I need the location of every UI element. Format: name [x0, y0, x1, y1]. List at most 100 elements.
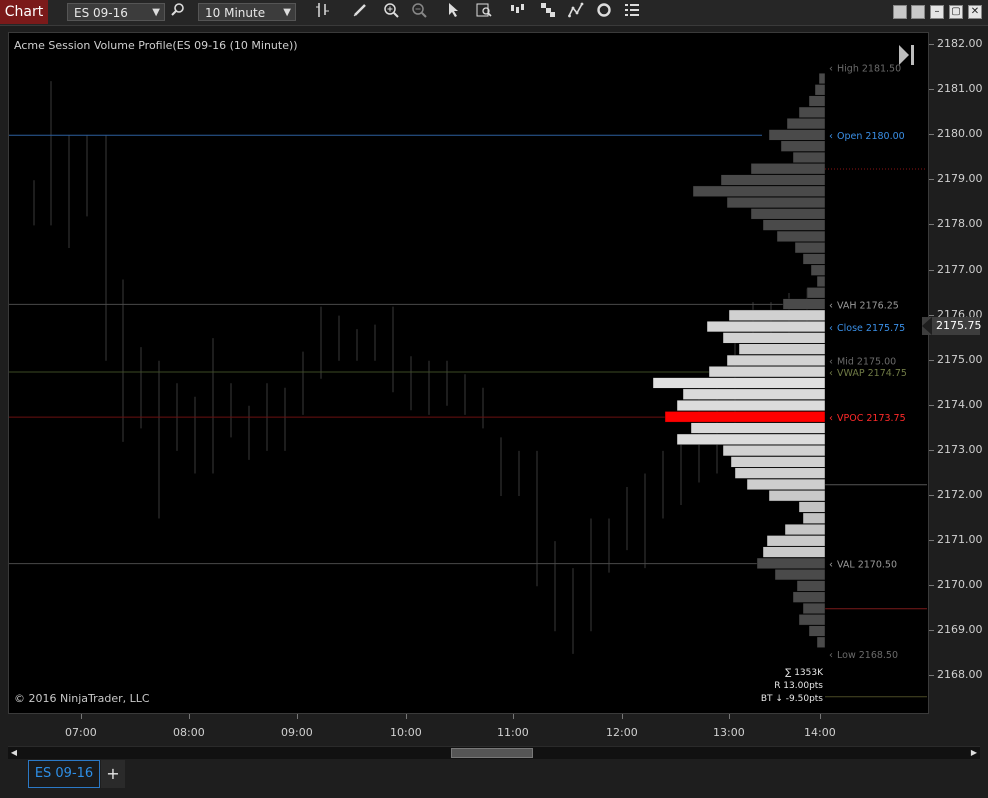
volume-profile-bar	[810, 264, 826, 276]
y-axis-tick	[929, 44, 934, 45]
scroll-right-icon[interactable]: ▶	[968, 747, 980, 759]
level-label-vpoc: ‹ VPOC 2173.75	[829, 413, 906, 424]
volume-profile-bar	[780, 140, 826, 152]
bar-type-icon[interactable]	[313, 2, 333, 22]
volume-profile-bar	[762, 219, 826, 231]
volume-profile-bar	[786, 118, 826, 130]
horizontal-scrollbar[interactable]: ◀ ▶	[8, 746, 980, 759]
chart-trader-icon[interactable]	[508, 2, 528, 22]
pencil-icon[interactable]	[350, 2, 370, 22]
volume-profile-bar	[738, 343, 826, 355]
volume-profile-bar	[750, 163, 826, 175]
y-axis-tick	[929, 89, 934, 91]
volume-profile-bar	[730, 456, 826, 468]
y-axis-tick-label: 2180.00	[937, 127, 983, 141]
zoom-out-icon[interactable]	[409, 2, 429, 22]
x-axis-tick	[729, 714, 730, 719]
y-axis-tick	[929, 314, 934, 316]
level-label-text: VAL 2170.50	[837, 560, 897, 571]
chevron-left-icon: ‹	[829, 323, 833, 334]
y-axis-tick	[929, 134, 934, 136]
instrument-selector[interactable]: ES 09-16 ▼	[67, 3, 165, 21]
x-axis-tick-label: 08:00	[173, 726, 205, 739]
volume-profile-bar	[690, 422, 826, 434]
data-box-icon[interactable]	[474, 2, 494, 22]
y-axis-tick	[929, 630, 934, 632]
level-label-vah: ‹ VAH 2176.25	[829, 300, 899, 311]
restore-button[interactable]	[911, 5, 925, 19]
add-tab-button[interactable]: +	[101, 760, 125, 788]
x-axis-tick-label: 11:00	[497, 726, 529, 739]
minimize-button[interactable]	[893, 5, 907, 19]
chart-panel[interactable]: ‹ High 2181.50 ‹ Open 2180.00 ‹ VAH 2176.25 ‹ C…	[8, 32, 929, 714]
volume-profile-bar	[722, 445, 826, 457]
strategy-icon[interactable]	[538, 2, 558, 22]
reload-icon[interactable]	[594, 2, 614, 22]
chevron-left-icon: ‹	[829, 413, 833, 424]
y-axis-tick	[929, 675, 934, 677]
scroll-thumb[interactable]	[451, 748, 533, 758]
y-axis-tick	[929, 359, 934, 361]
level-label-mid: ‹ Mid 2175.00	[829, 357, 896, 368]
zoom-in-icon[interactable]	[381, 2, 401, 22]
tab-es-09-16[interactable]: ES 09-16	[28, 760, 100, 788]
chart-window-title[interactable]: Chart	[0, 0, 48, 24]
volume-profile-bar	[806, 287, 826, 299]
volume-profile-bar	[726, 354, 826, 366]
volume-profile-bar	[814, 84, 826, 96]
x-axis-tick-label: 12:00	[606, 726, 638, 739]
volume-profile-bar	[756, 557, 826, 569]
session-stats: ∑ 1353K R 13.00pts BT ↓ -9.50pts	[761, 667, 823, 706]
volume-profile-bar	[734, 467, 826, 479]
x-axis-tick	[297, 714, 298, 719]
y-axis-tick-label: 2179.00	[937, 172, 983, 186]
x-axis-tick-label: 14:00	[804, 726, 836, 739]
x-axis-tick	[189, 714, 190, 719]
skip-to-end-icon[interactable]	[897, 43, 917, 67]
volume-profile-bar	[782, 298, 826, 310]
search-icon[interactable]	[168, 2, 188, 22]
scroll-left-icon[interactable]: ◀	[8, 747, 20, 759]
stat-total-volume: ∑ 1353K	[785, 668, 823, 678]
y-axis-tick-label: 2181.00	[937, 82, 983, 96]
volume-profile-bar	[676, 399, 826, 412]
y-axis-tick-label: 2182.00	[937, 37, 983, 50]
y-axis-tick	[929, 269, 934, 271]
chevron-left-icon: ‹	[829, 650, 833, 661]
chevron-down-icon: ▼	[283, 7, 291, 18]
tab-strip: ES 09-16 +	[0, 760, 988, 798]
y-axis-tick-label: 2178.00	[937, 217, 983, 231]
close-window-button[interactable]: ✕	[968, 5, 982, 19]
y-axis-tick-label: 2168.00	[937, 668, 983, 682]
y-axis-tick-label: 2172.00	[937, 488, 983, 501]
volume-profile-bar	[808, 95, 826, 107]
pointer-icon[interactable]	[443, 2, 463, 22]
chevron-left-icon: ‹	[829, 300, 833, 311]
volume-profile-bar	[768, 129, 826, 141]
level-label-text: Open 2180.00	[837, 131, 905, 142]
level-label-text: VWAP 2174.75	[837, 368, 907, 379]
level-label-low: ‹ Low 2168.50	[829, 650, 898, 661]
copyright-label: © 2016 NinjaTrader, LLC	[14, 692, 150, 705]
volume-profile-bar	[722, 332, 826, 344]
chart-title: Acme Session Volume Profile(ES 09-16 (10…	[14, 39, 298, 52]
level-label-text: Close 2175.75	[837, 323, 905, 334]
volume-profile-bar	[798, 501, 826, 513]
y-axis-tick-label: 2173.00	[937, 442, 983, 456]
x-axis-tick	[513, 714, 514, 719]
stat-bt: BT ↓ -9.50pts	[760, 694, 823, 704]
interval-selector[interactable]: 10 Minute ▼	[198, 3, 296, 21]
volume-profile-bar	[692, 185, 826, 197]
volume-profile-bar	[802, 602, 826, 614]
maximize-window-button[interactable]: ▢	[949, 5, 963, 19]
volume-profile-bar	[762, 546, 826, 558]
x-axis-tick-label: 10:00	[390, 726, 422, 739]
level-label-vwap: ‹ VWAP 2174.75	[829, 368, 907, 379]
minimize-window-button[interactable]: –	[930, 5, 944, 19]
properties-icon[interactable]	[622, 2, 642, 22]
level-label-open: ‹ Open 2180.00	[829, 131, 905, 142]
y-axis-tick-label: 2174.00	[937, 397, 983, 411]
indicator-icon[interactable]	[566, 2, 586, 22]
y-axis-tick	[929, 404, 934, 406]
y-axis-tick	[929, 585, 934, 587]
